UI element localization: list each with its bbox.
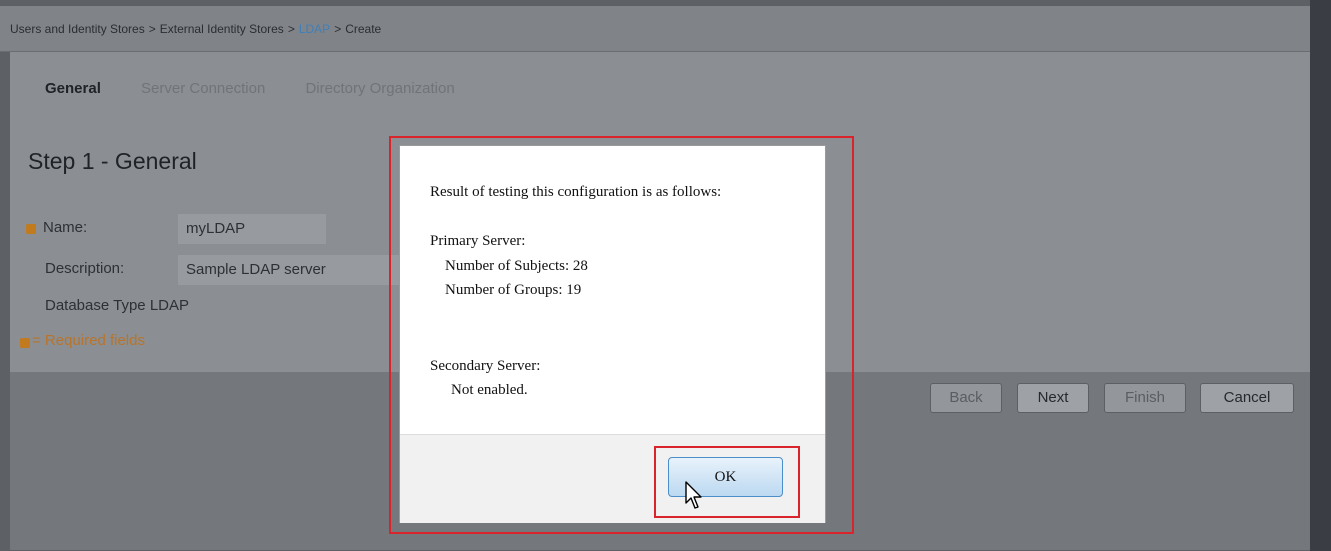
- mouse-cursor-icon: [685, 481, 702, 509]
- breadcrumb-separator: >: [148, 22, 156, 36]
- tab-server-connection[interactable]: Server Connection: [141, 80, 265, 97]
- tab-directory-organization[interactable]: Directory Organization: [305, 80, 454, 97]
- dialog-body: Result of testing this configuration is …: [400, 146, 825, 434]
- database-type-label: Database Type LDAP: [45, 297, 189, 314]
- window-edge: [1310, 0, 1331, 551]
- secondary-server-status: Not enabled.: [451, 382, 528, 398]
- required-icon: [26, 224, 36, 234]
- breadcrumb-create: Create: [345, 22, 382, 36]
- breadcrumb-external-identity-stores[interactable]: External Identity Stores: [160, 22, 284, 36]
- name-field[interactable]: myLDAP: [178, 214, 326, 244]
- number-of-subjects: Number of Subjects: 28: [445, 258, 588, 274]
- breadcrumb-separator: >: [334, 22, 342, 36]
- finish-button[interactable]: Finish: [1104, 383, 1186, 413]
- wizard-tabs: General Server Connection Directory Orga…: [45, 80, 491, 97]
- next-button[interactable]: Next: [1017, 383, 1089, 413]
- description-label: Description:: [45, 260, 125, 277]
- required-icon: [20, 338, 30, 348]
- breadcrumb-separator: >: [287, 22, 295, 36]
- cancel-button[interactable]: Cancel: [1200, 383, 1294, 413]
- breadcrumb-users-identity-stores[interactable]: Users and Identity Stores: [10, 22, 145, 36]
- number-of-groups: Number of Groups: 19: [445, 282, 582, 298]
- dialog-intro-text: Result of testing this configuration is …: [430, 184, 722, 200]
- description-field[interactable]: Sample LDAP server: [178, 255, 400, 285]
- secondary-server-heading: Secondary Server:: [430, 358, 541, 374]
- database-type-label-text: Database Type: [45, 297, 146, 314]
- primary-server-heading: Primary Server:: [430, 233, 526, 249]
- name-label: Name:: [43, 219, 88, 236]
- database-type-value: LDAP: [149, 297, 189, 314]
- tab-general[interactable]: General: [45, 80, 101, 97]
- required-fields-note: = Required fields: [32, 332, 145, 349]
- step-title: Step 1 - General: [28, 148, 197, 174]
- breadcrumb-ldap[interactable]: LDAP: [299, 22, 330, 36]
- breadcrumb: Users and Identity Stores > External Ident…: [0, 6, 1310, 52]
- back-button[interactable]: Back: [930, 383, 1002, 413]
